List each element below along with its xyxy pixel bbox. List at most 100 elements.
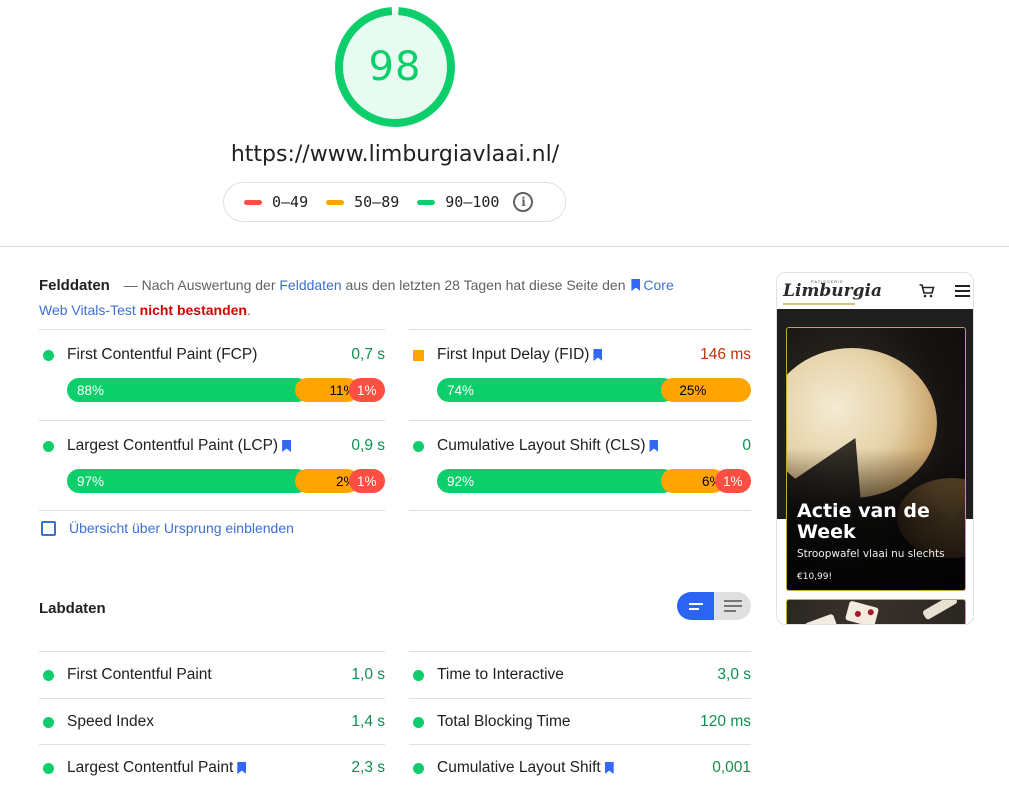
metric-value: 0,9 s: [351, 437, 385, 454]
metric-value: 3,0 s: [717, 666, 751, 683]
field-data-title: Felddaten: [39, 277, 110, 294]
legend-item-poor: 0–49: [244, 193, 308, 211]
lab-metric-speed-index: Speed Index 1,4 s: [39, 698, 385, 745]
promo-title: Actie van de Week: [797, 500, 930, 543]
field-metric-fcp: First Contentful Paint (FCP) 0,7 s 88% 1…: [39, 329, 385, 420]
legend-bar-average-icon: [326, 199, 345, 205]
metric-label: Total Blocking Time: [437, 713, 571, 730]
preview-body: Actie van de Week Stroopwafel vlaai nu s…: [777, 309, 973, 624]
bookmark-icon: [649, 440, 659, 452]
metrics-divider: [39, 510, 385, 511]
period: .: [247, 302, 251, 318]
metric-label: First Contentful Paint: [67, 666, 212, 683]
legend-item-average: 50–89: [326, 193, 399, 211]
lab-metric-tbt: Total Blocking Time 120 ms: [409, 698, 751, 745]
bookmark-icon: [631, 279, 641, 291]
legend-label-average: 50–89: [354, 193, 400, 211]
distribution-bar: 74% 25%: [437, 378, 751, 402]
list-view-icon-line: [723, 610, 736, 612]
status-good-icon: [413, 762, 424, 774]
status-good-icon: [43, 669, 54, 681]
origin-summary-toggle[interactable]: Übersicht über Ursprung einblenden: [41, 520, 294, 536]
distribution-good: 88%: [67, 378, 310, 402]
status-good-icon: [413, 440, 424, 452]
field-metric-fid: First Input Delay (FID) 146 ms 74% 25%: [409, 329, 751, 420]
compact-view-button[interactable]: [677, 592, 714, 620]
field-data-link[interactable]: Felddaten: [279, 277, 341, 293]
lab-data-title: Labdaten: [39, 600, 106, 617]
page-url-text: https://www.limburgiavlaai.nl/: [230, 142, 560, 167]
cake-slice-image: [804, 613, 840, 624]
metric-value: 1,4 s: [351, 713, 385, 730]
metric-value: 1,0 s: [351, 666, 385, 683]
origin-checkbox-label[interactable]: Übersicht über Ursprung einblenden: [69, 520, 294, 536]
metric-value: 120 ms: [700, 713, 751, 730]
metric-value: 0: [742, 437, 751, 454]
preview-brand-logo: Limburgia: [783, 281, 882, 301]
metric-label: Cumulative Layout Shift (CLS): [437, 437, 646, 454]
metric-label: Largest Contentful Paint (LCP): [67, 437, 279, 454]
metric-value: 146 ms: [700, 346, 751, 363]
bookmark-icon: [604, 762, 614, 774]
list-view-button[interactable]: [714, 592, 751, 620]
metric-label: Time to Interactive: [437, 666, 564, 683]
metrics-divider: [409, 510, 751, 511]
cake-slice-image: [844, 600, 880, 624]
performance-score-gauge: 98: [334, 6, 456, 128]
field-data-desc-middle: aus den letzten 28 Tagen hat diese Seite…: [345, 277, 626, 293]
list-view-icon-line: [723, 605, 742, 607]
legend-item-good: 90–100: [417, 193, 499, 211]
distribution-bar: 88% 11% 1%: [67, 378, 385, 402]
score-legend: 0–49 50–89 90–100 i: [223, 182, 566, 222]
page-url: https://www.limburgiavlaai.nl/: [0, 142, 790, 167]
bookmark-icon: [282, 440, 292, 452]
distribution-bar: 97% 2% 1%: [67, 469, 385, 493]
lab-metric-lcp: Largest Contentful Paint 2,3 s: [39, 744, 385, 785]
distribution-poor: 1%: [348, 469, 385, 493]
distribution-good: 97%: [67, 469, 310, 493]
metric-label: First Contentful Paint (FCP): [67, 346, 258, 363]
preview-second-card: [786, 599, 966, 624]
status-good-icon: [43, 762, 54, 774]
origin-checkbox[interactable]: [41, 520, 56, 536]
distribution-good: 74%: [437, 378, 676, 402]
preview-promo-card: Actie van de Week Stroopwafel vlaai nu s…: [786, 327, 966, 591]
distribution-good: 92%: [437, 469, 676, 493]
status-good-icon: [43, 349, 54, 361]
core-web-vitals-link-continued[interactable]: Web Vitals-Test: [39, 302, 136, 318]
page-screenshot-preview: PATISSERIE Limburgia Actie van de Week S…: [776, 272, 974, 625]
cake-server-image: [921, 600, 959, 621]
metric-label: Cumulative Layout Shift: [437, 759, 601, 776]
cart-icon: [919, 284, 935, 298]
field-metric-cls: Cumulative Layout Shift (CLS) 0 92% 6% 1…: [409, 420, 751, 511]
status-good-icon: [413, 716, 424, 728]
field-data-header: Felddaten — Nach Auswertung der Felddate…: [39, 273, 729, 323]
field-metric-lcp: Largest Contentful Paint (LCP) 0,9 s 97%…: [39, 420, 385, 511]
score-value: 98: [368, 44, 422, 90]
distribution-poor: 1%: [348, 378, 385, 402]
legend-label-poor: 0–49: [272, 193, 309, 211]
preview-header: PATISSERIE Limburgia: [777, 273, 973, 309]
view-toggle[interactable]: [677, 592, 751, 620]
section-divider: [0, 246, 1009, 247]
info-icon[interactable]: i: [513, 192, 534, 212]
metric-value: 0,001: [712, 759, 751, 776]
status-good-icon: [43, 716, 54, 728]
lab-metric-fcp: First Contentful Paint 1,0 s: [39, 651, 385, 698]
metric-value: 2,3 s: [351, 759, 385, 776]
bookmark-icon: [593, 349, 603, 361]
compact-view-icon-line: [688, 607, 699, 610]
status-good-icon: [43, 440, 54, 452]
promo-price: €10,99!: [797, 572, 833, 582]
legend-bar-poor-icon: [244, 199, 262, 205]
metric-label: First Input Delay (FID): [437, 346, 590, 363]
list-view-icon: [723, 600, 742, 602]
status-average-icon: [413, 349, 424, 361]
core-web-vitals-link[interactable]: Core: [643, 277, 673, 293]
status-good-icon: [413, 669, 424, 681]
lab-metric-cls: Cumulative Layout Shift 0,001: [409, 744, 751, 785]
metric-label: Speed Index: [67, 713, 155, 730]
hamburger-menu-icon: [955, 285, 970, 297]
distribution-poor: 1%: [714, 469, 751, 493]
promo-subtitle: Stroopwafel vlaai nu slechts: [797, 548, 945, 560]
